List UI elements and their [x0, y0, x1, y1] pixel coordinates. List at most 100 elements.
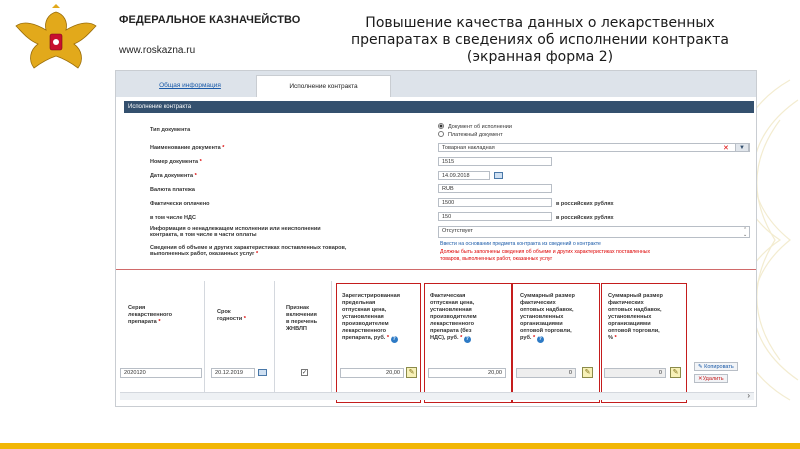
tab-general-info[interactable]: Общая информация: [126, 75, 254, 97]
help-icon[interactable]: ?: [390, 336, 398, 343]
textarea-scroll-arrows[interactable]: ⌃ ⌄: [743, 228, 747, 238]
organization-name: ФЕДЕРАЛЬНОЕ КАЗНАЧЕЙСТВО: [119, 14, 301, 26]
reg-price-input[interactable]: 20,00: [340, 368, 404, 378]
doc-number-input[interactable]: 1515: [438, 157, 552, 166]
double-headed-eagle-emblem: [15, 4, 97, 69]
chevron-right-icon[interactable]: ›: [747, 391, 750, 400]
required-mark: *: [222, 145, 225, 151]
copy-label: Копировать: [704, 364, 734, 370]
header-line: фактических: [520, 300, 556, 306]
error-line-2: товаров, выполненных работ, оказанных ус…: [440, 255, 553, 262]
label-text: Номер документа: [150, 159, 199, 165]
pencil-icon[interactable]: ✎: [670, 367, 681, 378]
header-line: лекарственного: [128, 312, 173, 318]
table-divider: [116, 269, 756, 270]
help-icon[interactable]: ?: [536, 336, 544, 343]
copy-icon: ✎: [698, 364, 703, 370]
expiry-date-input[interactable]: 20.12.2019: [211, 368, 255, 378]
currency-input[interactable]: RUB: [438, 184, 552, 193]
header-line: установленная: [342, 314, 384, 320]
header-line: оптовых надбавок,: [608, 307, 662, 313]
paid-amount-input[interactable]: 1500: [438, 198, 552, 207]
radio-execution-document[interactable]: Документ об исполнении: [438, 123, 512, 130]
required-mark: *: [533, 335, 536, 341]
paid-currency-unit: в российских рублях: [556, 201, 614, 207]
tab-contract-execution[interactable]: Исполнение контракта: [256, 75, 391, 97]
header-text: руб.: [520, 335, 532, 341]
header-line: оптовой торговли,: [520, 328, 572, 334]
delete-button[interactable]: ✕Удалить: [694, 374, 728, 383]
header-line: препарата (без: [430, 328, 472, 334]
header-line: производителем: [342, 321, 389, 327]
doc-date-label: Дата документа *: [150, 173, 197, 179]
wholesale-pct-input[interactable]: 0: [604, 368, 666, 378]
pencil-icon[interactable]: ✎: [582, 367, 593, 378]
column-divider: [204, 281, 205, 393]
actual-price-input[interactable]: 20,00: [428, 368, 506, 378]
header-line: установленная: [430, 307, 472, 313]
clear-icon[interactable]: ✕: [723, 144, 729, 153]
slide-title-line-3: (экранная форма 2): [466, 49, 614, 65]
radio-label: Платежный документ: [448, 132, 503, 138]
column-divider: [274, 281, 275, 393]
help-icon[interactable]: ?: [463, 336, 471, 343]
required-mark: *: [243, 316, 246, 322]
header-text: препарата, руб.: [342, 335, 386, 341]
header-text: годности: [217, 316, 243, 322]
radio-label: Документ об исполнении: [448, 124, 512, 130]
header-line: Признак: [286, 305, 309, 311]
doc-date-input[interactable]: 14.09.2018: [438, 171, 490, 180]
required-mark: *: [460, 335, 463, 341]
slide-title: Повышение качества данных о лекарственны…: [300, 15, 780, 66]
header-line: лекарственного: [342, 328, 387, 334]
horizontal-scrollbar[interactable]: ›: [120, 391, 754, 400]
header-line: препарата *: [128, 319, 172, 326]
improper-execution-textarea[interactable]: Отсутствует: [438, 226, 750, 238]
chevron-down-icon[interactable]: ▼: [735, 143, 749, 152]
calendar-icon[interactable]: [494, 172, 503, 179]
wholesale-rub-input[interactable]: 0: [516, 368, 576, 378]
pencil-icon[interactable]: ✎: [406, 367, 417, 378]
slide-title-line-1: Повышение качества данных о лекарственны…: [365, 15, 715, 31]
header-text: %: [608, 335, 613, 341]
radio-payment-document[interactable]: Платежный документ: [438, 131, 503, 138]
header-line: ЖНВЛП: [286, 326, 307, 332]
required-mark: *: [255, 251, 259, 257]
header-line: установленных: [520, 314, 564, 320]
vat-amount-input[interactable]: 150: [438, 212, 552, 221]
goods-info-link[interactable]: Ввести на основании предмета контракта и…: [440, 241, 601, 247]
header-line: установленных: [608, 314, 652, 320]
column-header-wholesale-pct: Суммарный размер фактических оптовых над…: [608, 293, 663, 342]
column-header-wholesale-rub: Суммарный размер фактических оптовых над…: [520, 293, 575, 343]
header-line: Суммарный размер: [608, 293, 663, 299]
doc-name-select[interactable]: Товарная накладная: [438, 143, 750, 152]
copy-button[interactable]: ✎ Копировать: [694, 362, 738, 371]
label-line-2: выполненных работ, оказанных услуг *: [150, 251, 346, 257]
paid-label: Фактически оплачено: [150, 201, 210, 207]
header-text: НДС), руб.: [430, 335, 459, 341]
improper-execution-label: Информация о ненадлежащем исполнении или…: [150, 226, 321, 238]
contract-execution-form-screen: Общая информация Исполнение контракта Ис…: [115, 70, 757, 407]
header-line: включения: [286, 312, 317, 318]
column-header-actual-price: Фактическая отпускная цена, установленна…: [430, 293, 477, 343]
header-line: % *: [608, 335, 663, 342]
radio-unchecked-icon: [438, 131, 444, 137]
required-mark: *: [158, 319, 161, 325]
header-line: оптовых надбавок,: [520, 307, 574, 313]
header-line: Серия: [128, 305, 146, 311]
header-line: Срок: [217, 309, 231, 315]
calendar-icon[interactable]: [258, 369, 267, 376]
doc-name-label: Наименование документа *: [150, 145, 224, 151]
organization-website: www.roskazna.ru: [119, 45, 196, 56]
required-mark: *: [386, 335, 390, 341]
section-header: Исполнение контракта: [124, 101, 754, 113]
jnvlp-checkbox[interactable]: ✓: [301, 369, 308, 376]
header-line: производителем: [430, 314, 477, 320]
series-input[interactable]: 2020120: [120, 368, 202, 378]
header-line: организациями: [608, 321, 651, 327]
header-line: годности *: [217, 316, 246, 323]
header-line: предельная: [342, 300, 376, 306]
label-text: Дата документа: [150, 173, 194, 179]
column-header-series: Серия лекарственного препарата *: [128, 305, 172, 326]
label-line-2: контракта, в том числе в части оплаты: [150, 232, 257, 238]
